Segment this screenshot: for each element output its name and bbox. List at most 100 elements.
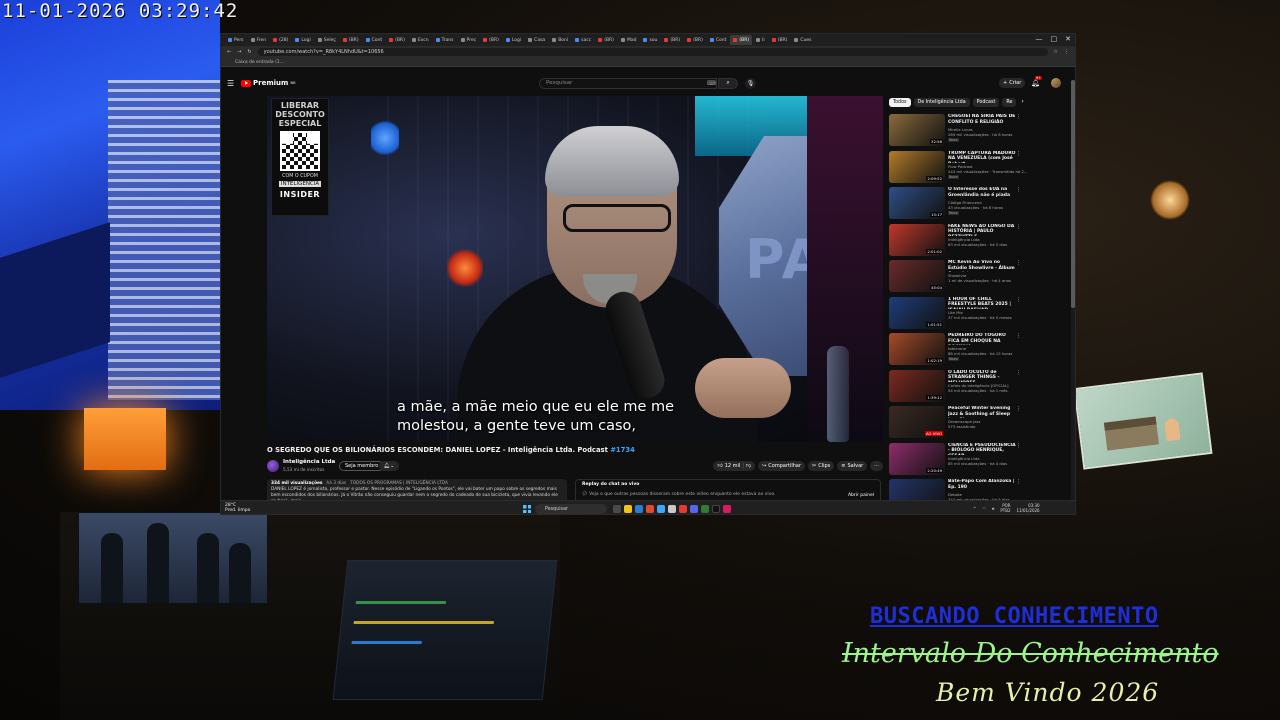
forward-icon[interactable]: → [237, 49, 241, 55]
video-thumbnail[interactable]: 2:20:49 [889, 442, 945, 475]
minimize-icon[interactable]: — [1036, 35, 1043, 43]
recommended-video[interactable]: AO VIVO Peaceful Winter Evening Jazz & So… [889, 406, 1021, 440]
recommended-video[interactable]: 2:20:49 CIÊNCIA E PSEUDOCIÊNCIA - BIÓLOGO… [889, 442, 1021, 477]
filter-chip[interactable]: Todos [889, 98, 911, 107]
filter-chip[interactable]: Podcast [972, 98, 1000, 107]
app-icon-pink[interactable] [723, 505, 731, 513]
page-scrollbar[interactable] [1071, 80, 1075, 506]
video-thumbnail[interactable]: 1:01:51 [889, 296, 945, 329]
video-thumbnail[interactable]: 45:04 [889, 260, 945, 292]
more-actions-button[interactable]: ··· [870, 461, 883, 471]
video-thumbnail[interactable]: 2:09:52 [889, 150, 945, 183]
reload-icon[interactable]: ↻ [247, 49, 251, 55]
browser-tab[interactable]: Logi [503, 35, 524, 45]
video-player[interactable]: PARE LIBERAR DESCONTO ESPECIAL COM O CUP… [267, 96, 883, 442]
account-avatar[interactable] [1051, 78, 1061, 88]
notifications-bell-icon[interactable]: 🔔︎ 9+ [1031, 76, 1043, 87]
bookmark-item[interactable]: Caixa de entrada (1... [235, 60, 284, 65]
subscribed-button[interactable]: 🔔︎ ⌄ [379, 461, 399, 471]
recommended-video[interactable]: 1:01:51 1 HOUR OF CHILL FREESTYLE BEATS 2… [889, 296, 1021, 331]
more-options-icon[interactable]: ⋮ [1016, 151, 1021, 157]
browser-tab[interactable]: Cont [707, 35, 730, 45]
recommended-video[interactable]: 2:01:02 FAKE NEWS AO LONGO DA HISTÓRIA | … [889, 223, 1021, 258]
task-view-icon[interactable] [613, 505, 621, 513]
join-button[interactable]: Seja membro [339, 461, 385, 471]
browser-tab[interactable]: (BR) [386, 35, 408, 45]
more-options-icon[interactable]: ⋮ [1016, 297, 1021, 303]
filter-chip[interactable]: Re [1002, 98, 1017, 107]
more-options-icon[interactable]: ⋮ [1016, 224, 1021, 230]
maximize-icon[interactable]: □ [1051, 35, 1058, 43]
clips-button[interactable]: ✂ Clips [808, 461, 835, 471]
app-icon[interactable] [679, 505, 687, 513]
terminal-icon[interactable] [712, 505, 720, 513]
youtube-logo[interactable]: Premium BR [241, 79, 296, 87]
recommended-video[interactable]: 15:17 O Interesse dos EUA na Groenlândia … [889, 187, 1021, 221]
windows-start-icon[interactable] [523, 505, 531, 513]
browser-tab[interactable]: (BR) [730, 35, 753, 45]
browser-tab[interactable]: (BR) [769, 35, 791, 45]
url-field[interactable]: youtube.com/watch?v=_R8kY4LNhdU&t=10656 [257, 48, 1048, 56]
extensions-icon[interactable]: ⋮ [1064, 49, 1069, 55]
chevron-right-icon[interactable]: › [1021, 98, 1023, 107]
channel-name[interactable]: Inteligência Ltda [283, 459, 335, 465]
browser-tab[interactable]: Logi [292, 35, 313, 45]
browser-tab[interactable]: Excn [409, 35, 432, 45]
save-button[interactable]: ≡ Salvar [837, 461, 868, 471]
taskbar-clock[interactable]: 03:30 11/01/2026 [1017, 503, 1040, 513]
video-hashtag[interactable]: #1734 [610, 446, 635, 454]
video-thumbnail[interactable]: AO VIVO [889, 406, 945, 438]
browser-tab[interactable]: (BR) [595, 35, 617, 45]
more-options-icon[interactable]: ⋮ [1016, 443, 1021, 449]
search-button[interactable]: ⌕ [718, 77, 738, 89]
browser-tab[interactable]: (BR) [684, 35, 706, 45]
search-input[interactable]: Pesquisar [539, 77, 717, 89]
more-options-icon[interactable]: ⋮ [1016, 187, 1021, 193]
discord-icon[interactable] [690, 505, 698, 513]
more-options-icon[interactable]: ⋮ [1016, 479, 1021, 485]
browser-tab[interactable]: Boni [549, 35, 571, 45]
browser-tab[interactable]: Fren [248, 35, 270, 45]
browser-tab[interactable]: Pers [225, 35, 247, 45]
browser-tab[interactable]: Ii [753, 35, 768, 45]
file-explorer-icon[interactable] [624, 505, 632, 513]
more-options-icon[interactable]: ⋮ [1016, 260, 1021, 266]
more-options-icon[interactable]: ⋮ [1016, 114, 1021, 120]
recommended-video[interactable]: 32:56 CHEGUEI NA SÍRIA PAÍS DE CONFLITO E… [889, 114, 1021, 148]
star-icon[interactable]: ☆ [1054, 49, 1058, 55]
recommended-video[interactable]: 45:04 MC Kevin Ao Vivo no Estúdio Showliv… [889, 260, 1021, 294]
browser-tab[interactable]: Trans [433, 35, 457, 45]
weather-widget[interactable]: 28°C Pred. limpo [225, 503, 250, 513]
share-button[interactable]: ↪ Compartilhar [758, 461, 806, 471]
video-thumbnail[interactable]: 15:17 [889, 187, 945, 219]
description-tags[interactable]: TODOS OS PROGRAMAS | INTELIGÊNCIA LTDA [350, 481, 448, 486]
wifi-icon[interactable]: ◠ [982, 506, 986, 511]
browser-tab[interactable]: Cont [363, 35, 386, 45]
store-icon[interactable] [657, 505, 665, 513]
taskbar-search[interactable]: Pesquisar [535, 504, 607, 514]
hamburger-menu-icon[interactable]: ☰ [227, 79, 234, 88]
recommended-video[interactable]: 2:09:52 TRUMP CAPTURA MADURO NA VENEZUELA… [889, 150, 1028, 185]
browser-tab[interactable]: Cues [791, 35, 814, 45]
thumbs-down-icon[interactable]: 👎︎ [746, 463, 751, 469]
browser-tab[interactable]: (BR) [340, 35, 362, 45]
video-thumbnail[interactable]: 2:01:02 [889, 223, 945, 256]
channel-avatar[interactable] [267, 460, 279, 472]
more-options-icon[interactable]: ⋮ [1016, 370, 1021, 376]
video-thumbnail[interactable]: 1:39:12 [889, 369, 945, 402]
voice-search-button[interactable]: 🎙︎ [745, 77, 756, 89]
filter-chip[interactable]: De Inteligência Ltda [913, 98, 970, 107]
browser-tab[interactable]: Seleç [315, 35, 339, 45]
app-icon-green[interactable] [701, 505, 709, 513]
more-options-icon[interactable]: ⋮ [1016, 406, 1021, 412]
browser-tab[interactable]: Mad [618, 35, 640, 45]
video-thumbnail[interactable]: 32:56 [889, 114, 945, 146]
tray-chevron-icon[interactable]: ^ [973, 506, 976, 511]
browser-tab[interactable]: (28) [270, 35, 291, 45]
video-thumbnail[interactable]: 1:02:19 [889, 333, 945, 365]
back-icon[interactable]: ← [227, 49, 231, 55]
browser-tab[interactable]: (BR) [480, 35, 502, 45]
obs-icon[interactable] [668, 505, 676, 513]
browser-tab[interactable]: sacc [572, 35, 594, 45]
more-options-icon[interactable]: ⋮ [1016, 333, 1021, 339]
